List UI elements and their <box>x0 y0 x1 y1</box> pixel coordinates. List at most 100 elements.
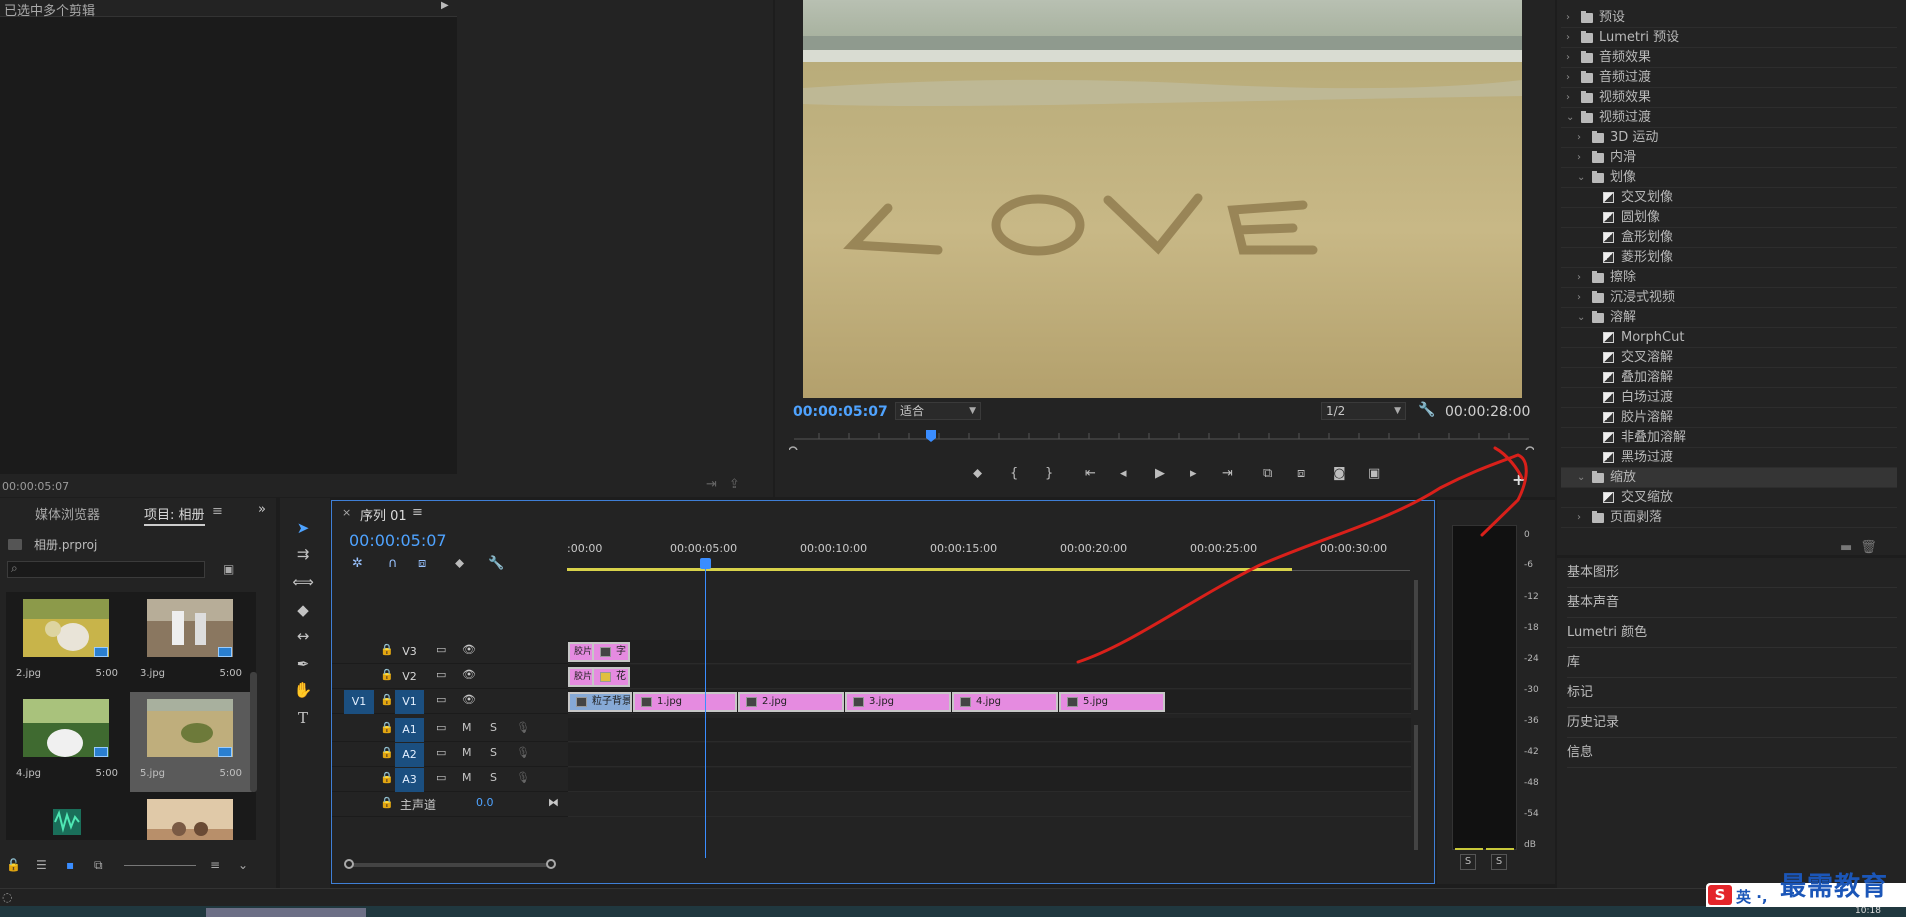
chevron-down-icon[interactable]: ⌄ <box>1566 108 1574 128</box>
chevron-right-icon[interactable]: › <box>1566 28 1570 48</box>
menu-icon[interactable]: ≡ <box>412 505 423 520</box>
project-item[interactable] <box>130 792 252 840</box>
mute-button[interactable]: M <box>462 746 472 759</box>
effects-folder[interactable]: ⌄ 溶解 <box>1561 308 1897 328</box>
close-icon[interactable]: × <box>342 506 351 519</box>
chevron-right-icon[interactable]: › <box>1577 508 1581 528</box>
new-bin-icon[interactable]: ▣ <box>223 562 234 576</box>
camera-icon[interactable]: ◙ <box>1333 466 1346 481</box>
snap-icon[interactable]: ∩ <box>388 556 398 571</box>
chevron-right-icon[interactable]: › <box>1577 288 1581 308</box>
lock-icon[interactable]: 🔓 <box>6 858 21 872</box>
hand-tool-icon[interactable]: ✋ <box>292 679 314 701</box>
chevron-right-icon[interactable]: › <box>1577 268 1581 288</box>
mark-in-icon[interactable]: { <box>1010 466 1018 481</box>
lock-icon[interactable]: 🔒 <box>380 771 394 784</box>
effects-folder[interactable]: ⌄ 缩放 <box>1561 468 1897 488</box>
effects-folder[interactable]: › Lumetri 预设 <box>1561 28 1897 48</box>
effects-transition[interactable]: 交叉划像 <box>1561 188 1897 208</box>
go-to-out-icon[interactable]: ⇥ <box>1222 466 1233 481</box>
timeline-clip[interactable]: 字 <box>592 642 630 662</box>
track-area-v3[interactable]: 胶片 字 <box>568 640 1411 664</box>
linked-selection-icon[interactable]: ⧈ <box>418 556 426 571</box>
effects-transition[interactable]: 黑场过渡 <box>1561 448 1897 468</box>
project-item[interactable]: 4.jpg 5:00 <box>6 692 128 792</box>
wrench-icon[interactable]: 🔧 <box>488 556 504 571</box>
timeline-clip[interactable]: 4.jpg <box>952 692 1058 712</box>
effects-folder[interactable]: › 擦除 <box>1561 268 1897 288</box>
audio-tracks-scrollbar[interactable] <box>1414 725 1418 850</box>
track-label[interactable]: A2 <box>395 743 424 767</box>
effects-transition[interactable]: 交叉溶解 <box>1561 348 1897 368</box>
eye-icon[interactable]: 👁 <box>462 668 476 681</box>
program-timecode[interactable]: 00:00:05:07 <box>793 404 888 420</box>
project-item-selected[interactable]: 5.jpg 5:00 <box>130 692 252 792</box>
slip-tool-icon[interactable]: ↔ <box>292 625 314 647</box>
effects-transition[interactable]: 非叠加溶解 <box>1561 428 1897 448</box>
selection-tool-icon[interactable]: ➤ <box>292 517 314 539</box>
lock-icon[interactable]: 🔒 <box>380 643 394 656</box>
chevron-right-icon[interactable]: › <box>1577 128 1581 148</box>
sync-icon[interactable]: ▭ <box>436 693 446 706</box>
chevron-down-icon[interactable]: ⌄ <box>1577 168 1585 188</box>
panel-markers[interactable]: 标记 <box>1567 678 1897 708</box>
step-forward-icon[interactable]: ▸ <box>1190 466 1197 481</box>
effects-transition[interactable]: 圆划像 <box>1561 208 1897 228</box>
timeline-clip[interactable]: 2.jpg <box>738 692 844 712</box>
play-icon[interactable]: ▶ <box>1155 466 1165 481</box>
effects-folder[interactable]: ⌄ 划像 <box>1561 168 1897 188</box>
panel-lumetri-color[interactable]: Lumetri 颜色 <box>1567 618 1897 648</box>
microphone-icon[interactable]: 🎙 <box>516 721 530 734</box>
solo-button[interactable]: S <box>490 771 497 784</box>
effects-folder[interactable]: › 3D 运动 <box>1561 128 1897 148</box>
effects-folder[interactable]: › 音频过渡 <box>1561 68 1897 88</box>
wrench-icon[interactable]: 🔧 <box>1418 402 1435 418</box>
track-label[interactable]: V3 <box>395 640 424 664</box>
mark-out-icon[interactable]: } <box>1045 466 1053 481</box>
tab-project[interactable]: 项目: 相册 <box>144 504 205 526</box>
step-back-icon[interactable]: ◂ <box>1120 466 1127 481</box>
mute-button[interactable]: M <box>462 721 472 734</box>
timeline-clip[interactable]: 5.jpg <box>1059 692 1165 712</box>
taskbar-app[interactable] <box>206 908 366 917</box>
project-search-input[interactable] <box>7 561 205 578</box>
track-label[interactable]: V1 <box>395 690 424 714</box>
marker-icon[interactable]: ⬥ <box>973 466 982 481</box>
timeline-clip[interactable]: 3.jpg <box>845 692 951 712</box>
microphone-icon[interactable]: 🎙 <box>516 746 530 759</box>
ripple-edit-tool-icon[interactable]: ⟺ <box>292 571 314 593</box>
go-to-in-icon[interactable]: ⇤ <box>1085 466 1096 481</box>
video-tracks-scrollbar[interactable] <box>1414 580 1418 710</box>
project-item[interactable] <box>6 792 128 840</box>
timeline-clip[interactable]: 1.jpg <box>633 692 737 712</box>
list-view-icon[interactable]: ☰ <box>36 858 47 872</box>
track-area-v1[interactable]: 粒子背景 1.jpg 2.jpg 3.jpg 4.jpg 5.jpg <box>568 690 1411 714</box>
nest-icon[interactable]: ✲ <box>352 556 363 571</box>
sort-icon[interactable]: ≡ <box>210 858 220 872</box>
source-patch-v1[interactable]: V1 <box>344 690 374 714</box>
track-select-tool-icon[interactable]: ⇉ <box>292 543 314 565</box>
effects-transition[interactable]: 交叉缩放 <box>1561 488 1897 508</box>
razor-tool-icon[interactable]: ◆ <box>292 599 314 621</box>
sync-icon[interactable]: ▭ <box>436 746 446 759</box>
solo-right-button[interactable]: S <box>1491 854 1507 870</box>
effects-folder[interactable]: › 音频效果 <box>1561 48 1897 68</box>
solo-button[interactable]: S <box>490 721 497 734</box>
sync-icon[interactable]: ▭ <box>436 643 446 656</box>
timeline-clip[interactable]: 粒子背景 <box>568 692 632 712</box>
fit-dropdown[interactable]: 适合 ▼ <box>895 402 981 420</box>
effects-transition[interactable]: 盒形划像 <box>1561 228 1897 248</box>
track-area-master[interactable] <box>568 793 1411 817</box>
type-tool-icon[interactable]: T <box>292 707 314 729</box>
tab-media-browser[interactable]: 媒体浏览器 <box>35 504 100 523</box>
lock-icon[interactable]: 🔒 <box>380 746 394 759</box>
project-scrollbar[interactable] <box>250 672 257 792</box>
track-area-a1[interactable] <box>568 718 1411 742</box>
timeline-clip[interactable]: 胶片 <box>568 667 594 687</box>
pen-tool-icon[interactable]: ✒ <box>292 653 314 675</box>
project-item[interactable]: 2.jpg 5:00 <box>6 592 128 692</box>
scroll-handle[interactable] <box>546 859 556 869</box>
panel-essential-graphics[interactable]: 基本图形 <box>1567 558 1897 588</box>
timeline-clip[interactable]: 胶片 <box>568 642 594 662</box>
chevron-down-icon[interactable]: ⌄ <box>238 858 248 872</box>
